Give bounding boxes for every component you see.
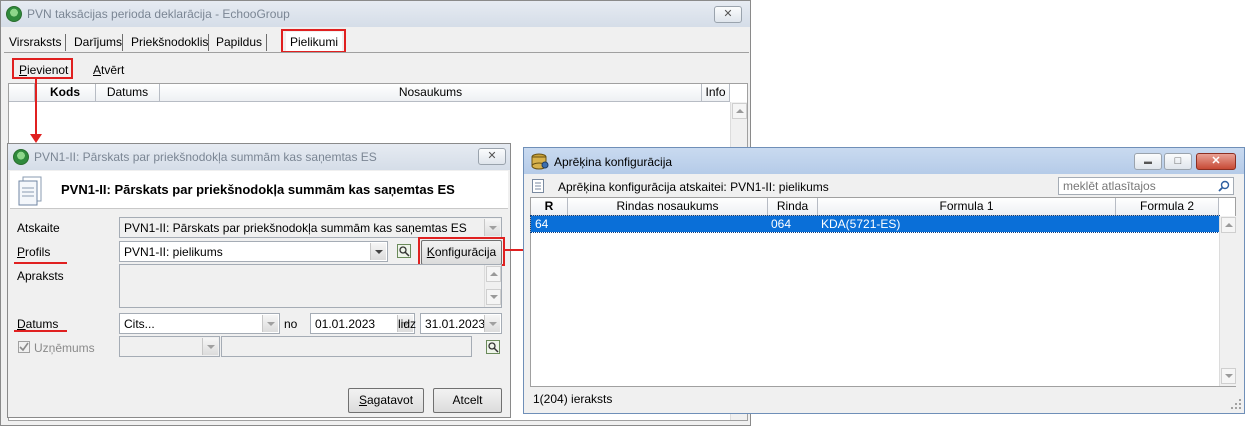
date-mode-select[interactable]: Cits... bbox=[119, 313, 280, 334]
tab-darijums[interactable]: Darījums bbox=[70, 32, 126, 52]
date-to-value: 31.01.2023 bbox=[425, 317, 486, 331]
lookup-icon[interactable] bbox=[486, 340, 500, 354]
record-count-status: 1(204) ieraksts bbox=[533, 392, 613, 406]
grid-header-blank bbox=[9, 84, 35, 102]
resize-grip-icon[interactable] bbox=[1230, 398, 1242, 410]
tab-virsraksts[interactable]: Virsraksts bbox=[5, 32, 65, 52]
highlight-configuration-button bbox=[418, 237, 505, 266]
highlight-add-button bbox=[12, 58, 73, 79]
chevron-down-icon bbox=[370, 243, 386, 260]
dialog-heading: PVN1-II: Pārskats par priekšnodokļa summ… bbox=[61, 182, 455, 197]
date-label: Datums bbox=[17, 317, 59, 331]
tab-strip-line bbox=[4, 52, 749, 53]
description-scrollbar[interactable] bbox=[484, 265, 501, 307]
config-header-formula2[interactable]: Formula 2 bbox=[1116, 198, 1219, 216]
chevron-down-icon bbox=[484, 315, 500, 332]
grid-header-datums[interactable]: Datums bbox=[96, 84, 160, 102]
maximize-icon: □ bbox=[1174, 155, 1182, 167]
profile-label: Profils bbox=[17, 245, 51, 259]
open-button[interactable]: Atvērt bbox=[93, 63, 124, 77]
dialog-close-button[interactable]: ✕ bbox=[478, 148, 506, 165]
date-mode-value: Cits... bbox=[124, 317, 155, 331]
date-from-label: no bbox=[284, 317, 298, 331]
config-header-formula1[interactable]: Formula 1 bbox=[818, 198, 1116, 216]
company-label: Uzņēmums bbox=[34, 341, 95, 355]
dialog-titlebar: PVN1-II: Pārskats par priekšnodokļa summ… bbox=[8, 144, 510, 170]
chevron-down-icon bbox=[262, 315, 278, 332]
minimize-icon: ▬ bbox=[1144, 157, 1152, 166]
tab-papildus[interactable]: Papildus bbox=[212, 32, 266, 52]
cell-rinda: 064 bbox=[771, 217, 792, 231]
date-to-label: lidz bbox=[398, 317, 417, 331]
config-titlebar: Aprēķina konfigurācija ▬ □ ✕ bbox=[524, 148, 1244, 174]
report-dialog: PVN1-II: Pārskats par priekšnodokļa summ… bbox=[7, 143, 511, 418]
close-icon: ✕ bbox=[723, 8, 733, 20]
minimize-button[interactable]: ▬ bbox=[1134, 153, 1162, 170]
scroll-down-arrow-icon[interactable] bbox=[486, 289, 501, 305]
description-field[interactable] bbox=[119, 264, 502, 308]
search-icon bbox=[1218, 180, 1230, 192]
grid-header-nosaukums[interactable]: Nosaukums bbox=[160, 84, 702, 102]
tab-prieksnodoklis[interactable]: Priekšnodoklis bbox=[127, 32, 212, 52]
config-header-row-name[interactable]: Rindas nosaukums bbox=[568, 198, 768, 216]
close-icon: ✕ bbox=[487, 150, 497, 162]
document-icon bbox=[18, 176, 42, 206]
maximize-button[interactable]: □ bbox=[1164, 153, 1192, 170]
config-window-title: Aprēķina konfigurācija bbox=[554, 155, 673, 169]
annotation-line bbox=[35, 77, 37, 138]
scroll-up-arrow-icon[interactable] bbox=[732, 103, 747, 119]
search-placeholder: meklēt atlasītajos bbox=[1063, 179, 1156, 193]
config-header-r[interactable]: R bbox=[531, 198, 568, 216]
profile-select[interactable]: PVN1-II: pielikums bbox=[119, 241, 388, 262]
company-checkbox[interactable] bbox=[18, 341, 30, 353]
config-subtitle: Aprēķina konfigurācija atskaitei: PVN1-I… bbox=[558, 180, 829, 194]
lookup-icon[interactable] bbox=[397, 244, 411, 258]
cell-formula1: KDA(5721-ES) bbox=[821, 217, 901, 231]
scroll-down-arrow-icon[interactable] bbox=[1221, 368, 1236, 384]
chevron-down-icon bbox=[484, 219, 500, 236]
scroll-up-arrow-icon[interactable] bbox=[1221, 217, 1236, 233]
document-list-icon bbox=[532, 179, 544, 193]
report-select-value: PVN1-II: Pārskats par priekšnodokļa summ… bbox=[124, 221, 467, 235]
annotation-underline-date bbox=[14, 330, 67, 332]
annotation-underline-profile bbox=[14, 262, 67, 264]
main-window-title: PVN taksācijas perioda deklarācija - Ech… bbox=[27, 7, 290, 21]
date-to-field[interactable]: 31.01.2023 bbox=[420, 313, 502, 334]
date-from-value: 01.01.2023 bbox=[315, 317, 376, 331]
chevron-down-icon bbox=[202, 338, 218, 355]
main-titlebar: PVN taksācijas perioda deklarācija - Ech… bbox=[1, 1, 750, 27]
grid-header-kods[interactable]: Kods bbox=[35, 84, 96, 102]
app-logo-icon bbox=[13, 149, 29, 165]
config-header-row[interactable]: Rinda bbox=[768, 198, 818, 216]
tab-divider bbox=[208, 34, 209, 51]
description-label: Apraksts bbox=[17, 269, 64, 283]
config-grid[interactable]: R Rindas nosaukums Rinda Formula 1 Formu… bbox=[530, 197, 1236, 387]
company-select[interactable] bbox=[119, 336, 220, 357]
grid-header-info[interactable]: Info bbox=[702, 84, 730, 102]
config-grid-scrollbar[interactable] bbox=[1219, 216, 1236, 386]
table-row[interactable]: 64 064 KDA(5721-ES) bbox=[530, 215, 1220, 233]
report-label: Atskaite bbox=[17, 221, 60, 235]
tab-divider bbox=[122, 34, 123, 51]
cancel-button[interactable]: Atcelt bbox=[433, 388, 502, 413]
scroll-up-arrow-icon[interactable] bbox=[486, 266, 501, 282]
company-name-field[interactable] bbox=[221, 336, 472, 357]
close-icon: ✕ bbox=[1211, 155, 1221, 167]
report-select[interactable]: PVN1-II: Pārskats par priekšnodokļa summ… bbox=[119, 217, 502, 238]
dialog-title: PVN1-II: Pārskats par priekšnodokļa summ… bbox=[34, 150, 377, 164]
dialog-header-panel: PVN1-II: Pārskats par priekšnodokļa summ… bbox=[10, 171, 508, 209]
highlight-pielikumi bbox=[281, 29, 346, 53]
app-logo-icon bbox=[6, 6, 22, 22]
tab-divider bbox=[266, 34, 267, 51]
tab-divider bbox=[65, 34, 66, 51]
checkmark-icon bbox=[19, 342, 29, 352]
profile-select-value: PVN1-II: pielikums bbox=[124, 245, 223, 259]
config-window: Aprēķina konfigurācija ▬ □ ✕ Aprēķina ko… bbox=[523, 147, 1245, 414]
database-config-icon bbox=[531, 153, 549, 170]
search-input[interactable]: meklēt atlasītajos bbox=[1058, 177, 1234, 195]
prepare-button[interactable]: Sagatavot bbox=[348, 388, 424, 413]
main-close-button[interactable]: ✕ bbox=[714, 6, 742, 23]
cell-r: 64 bbox=[535, 217, 549, 231]
config-close-button[interactable]: ✕ bbox=[1196, 153, 1236, 170]
